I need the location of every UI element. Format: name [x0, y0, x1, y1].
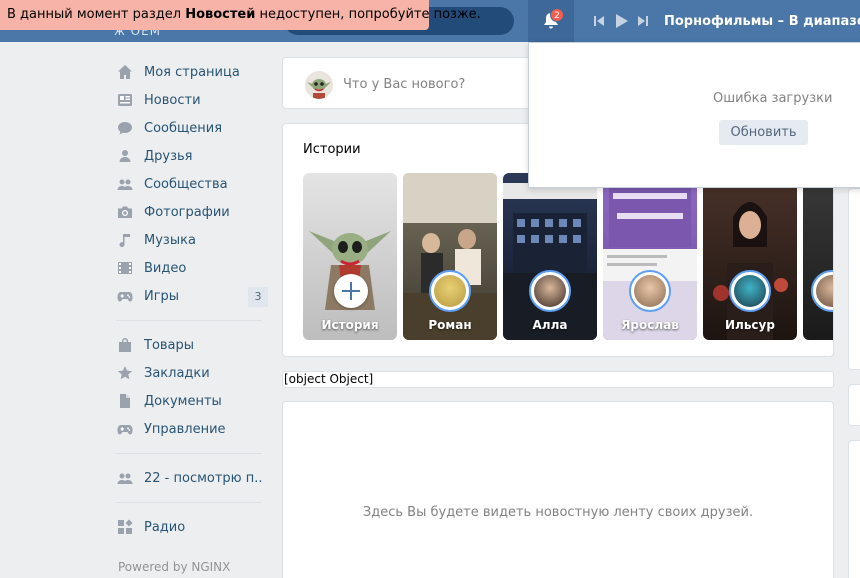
friends-icon [116, 147, 134, 165]
story-image-yoda [309, 231, 391, 310]
error-banner: В данный момент раздел Новостей недоступ… [0, 0, 481, 30]
story-image [503, 183, 597, 340]
story-partial[interactable] [803, 173, 833, 340]
apps-icon [116, 518, 134, 536]
refresh-button[interactable]: Обновить [719, 120, 808, 145]
sidebar-item-games[interactable]: Игры 3 [116, 282, 268, 310]
sidebar-item-group[interactable]: 22 - посмотрю п.. [116, 464, 268, 492]
left-sidebar: Моя страница Новости Сообщения Друзья Со… [116, 58, 268, 541]
sidebar-divider [116, 453, 262, 454]
story-image [403, 173, 497, 340]
star-icon [116, 364, 134, 382]
object-debug-bar: [object Object] [282, 371, 834, 388]
home-icon [116, 63, 134, 81]
story-image [603, 187, 697, 340]
communities-icon [116, 175, 134, 193]
sidebar-item-messages[interactable]: Сообщения [116, 114, 268, 142]
story-name: Ярослав [621, 318, 679, 332]
stories-title: Истории [303, 142, 361, 157]
music-icon [116, 231, 134, 249]
right-column-fragment [848, 188, 860, 370]
sidebar-divider [116, 502, 262, 503]
sidebar-item-music[interactable]: Музыка [116, 226, 268, 254]
story-yaroslav[interactable]: Ярослав [603, 173, 697, 340]
sidebar-item-label: Друзья [144, 148, 193, 164]
notification-count-badge: 2 [550, 8, 564, 22]
sidebar-item-manage[interactable]: Управление [116, 415, 268, 443]
story-avatar [629, 270, 671, 312]
new-post-placeholder: Что у Вас нового? [343, 77, 466, 92]
sidebar-item-label: Игры [144, 288, 180, 304]
next-icon [638, 16, 648, 26]
story-alla[interactable]: Алла [503, 173, 597, 340]
sidebar-divider [116, 320, 262, 321]
sidebar-item-label: Закладки [144, 365, 210, 381]
play-icon [615, 14, 628, 28]
sidebar-item-label: 22 - посмотрю п.. [144, 470, 263, 486]
story-avatar [429, 270, 471, 312]
story-roman[interactable]: Роман [403, 173, 497, 340]
story-image [713, 202, 788, 340]
feed-empty-message: Здесь Вы будете видеть новостную ленту с… [362, 505, 754, 520]
feed-empty-block: Здесь Вы будете видеть новостную ленту с… [282, 401, 834, 578]
sidebar-item-goods[interactable]: Товары [116, 331, 268, 359]
error-banner-section: Новостей [185, 7, 256, 22]
sidebar-item-label: Управление [144, 421, 226, 437]
sidebar-item-label: Фотографии [144, 204, 230, 220]
sidebar-item-friends[interactable]: Друзья [116, 142, 268, 170]
audio-player: Порнофильмы – В диапазоне [588, 12, 860, 30]
news-icon [116, 91, 134, 109]
bag-icon [116, 336, 134, 354]
friends-icon [116, 469, 134, 487]
play-button[interactable] [610, 12, 632, 30]
next-track-button[interactable] [632, 12, 654, 30]
story-avatar [729, 270, 771, 312]
current-track-title[interactable]: Порнофильмы – В диапазоне [664, 14, 860, 29]
sidebar-item-label: Сообщества [144, 176, 228, 192]
document-icon [116, 392, 134, 410]
right-column-fragment [848, 440, 860, 578]
sidebar-item-radio[interactable]: Радио [116, 513, 268, 541]
sidebar-item-label: Новости [144, 92, 201, 108]
gamepad-icon [116, 287, 134, 305]
add-story-button[interactable] [334, 274, 368, 308]
sidebar-item-communities[interactable]: Сообщества [116, 170, 268, 198]
right-column-fragment [848, 384, 860, 426]
sidebar-item-label: Товары [144, 337, 195, 353]
sidebar-item-label: Документы [144, 393, 222, 409]
story-add[interactable]: История [303, 173, 397, 340]
error-banner-prefix: В данный момент раздел [7, 7, 186, 22]
avatar [305, 71, 333, 99]
notifications-dropdown: Ошибка загрузки Обновить [528, 42, 860, 188]
sidebar-item-label: Моя страница [144, 64, 240, 80]
story-name: История [321, 318, 379, 332]
gamepad-icon [116, 420, 134, 438]
messages-icon [116, 119, 134, 137]
camera-icon [116, 203, 134, 221]
story-avatar [529, 270, 571, 312]
sidebar-item-photos[interactable]: Фотографии [116, 198, 268, 226]
story-name: Роман [428, 318, 472, 332]
previous-track-button[interactable] [588, 12, 610, 30]
sidebar-item-bookmarks[interactable]: Закладки [116, 359, 268, 387]
error-banner-suffix: недоступен, попробуйте позже. [255, 7, 481, 22]
notifications-error: Ошибка загрузки [713, 91, 833, 106]
video-icon [116, 259, 134, 277]
powered-by: Powered by NGINX [118, 560, 231, 574]
notifications-button[interactable] [528, 0, 574, 42]
sidebar-item-label: Видео [144, 260, 187, 276]
sidebar-item-video[interactable]: Видео [116, 254, 268, 282]
sidebar-item-documents[interactable]: Документы [116, 387, 268, 415]
sidebar-item-label: Музыка [144, 232, 196, 248]
story-name: Алла [532, 318, 568, 332]
sidebar-item-label: Сообщения [144, 120, 223, 136]
sidebar-item-my-page[interactable]: Моя страница [116, 58, 268, 86]
sidebar-item-news[interactable]: Новости [116, 86, 268, 114]
games-count-badge: 3 [248, 287, 268, 307]
story-name: Ильсур [725, 318, 775, 332]
previous-icon [594, 16, 604, 26]
story-ilsur[interactable]: Ильсур [703, 173, 797, 340]
story-avatar [811, 270, 833, 312]
sidebar-item-label: Радио [144, 519, 186, 535]
